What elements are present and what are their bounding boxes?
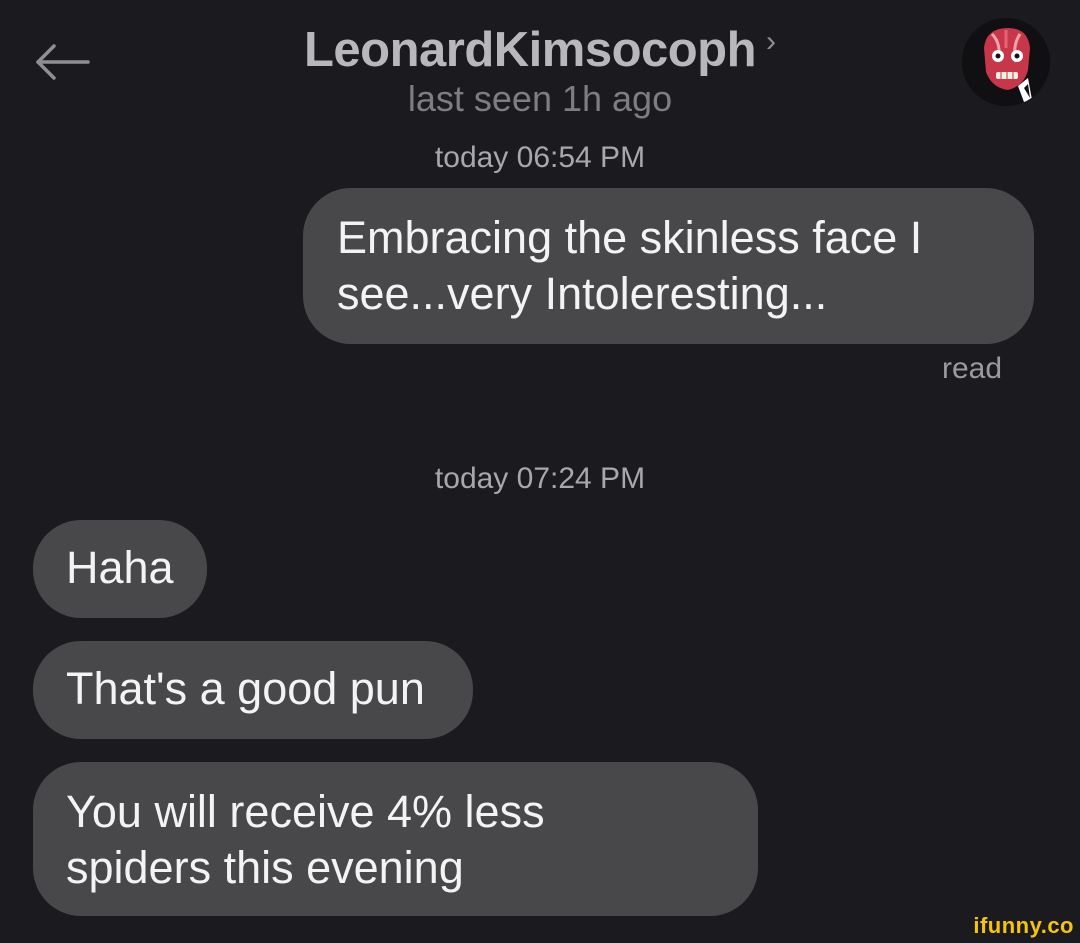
incoming-message-bubble[interactable]: That's a good pun bbox=[33, 641, 473, 739]
incoming-message-bubble[interactable]: Haha bbox=[33, 520, 207, 618]
chat-header: LeonardKimsocoph › bbox=[0, 22, 1080, 78]
contact-name-button[interactable]: LeonardKimsocoph › bbox=[304, 22, 776, 78]
message-timestamp: today 06:54 PM bbox=[434, 141, 646, 174]
outgoing-message-bubble[interactable]: Embracing the skinless face I see...very… bbox=[303, 188, 1034, 344]
message-timestamp: today 07:24 PM bbox=[434, 462, 646, 495]
message-text-line: That's a good pun bbox=[66, 663, 425, 714]
message-text-line: see...very Intoleresting... bbox=[337, 268, 828, 319]
ifunny-watermark: ifunny.co bbox=[973, 913, 1074, 938]
chevron-right-icon: › bbox=[766, 25, 777, 58]
last-seen-status: last seen 1h ago bbox=[407, 78, 673, 119]
read-receipt: read bbox=[941, 352, 1002, 385]
skinless-face-avatar-icon bbox=[962, 18, 1050, 106]
message-text-line: Embracing the skinless face I bbox=[337, 212, 923, 263]
message-text-line: spiders this evening bbox=[66, 842, 464, 893]
message-text-line: Haha bbox=[66, 542, 174, 593]
avatar[interactable] bbox=[962, 18, 1050, 106]
contact-name: LeonardKimsocoph bbox=[303, 23, 757, 77]
incoming-message-bubble[interactable]: You will receive 4% less spiders this ev… bbox=[33, 762, 758, 916]
message-text-line: You will receive 4% less bbox=[66, 786, 545, 837]
